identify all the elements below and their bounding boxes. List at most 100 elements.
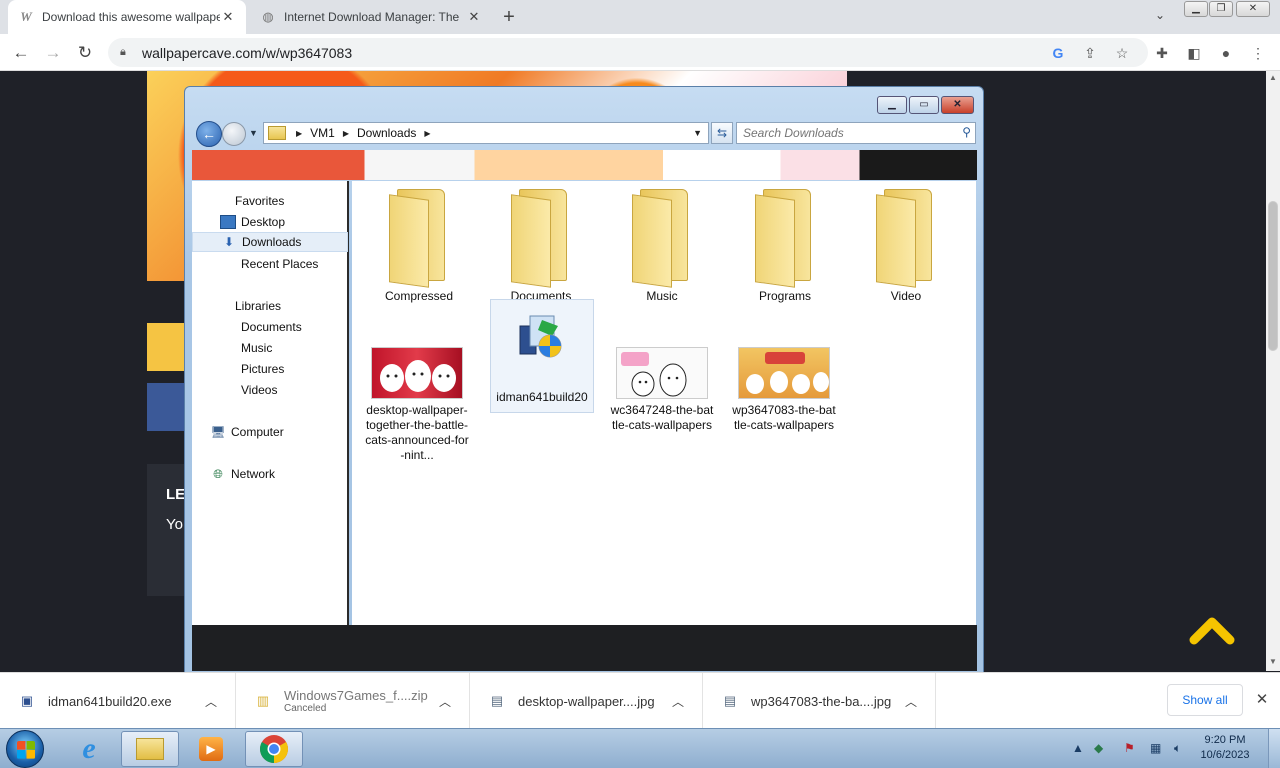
nav-lib-pictures[interactable]: Pictures bbox=[192, 359, 348, 379]
new-tab-button[interactable]: + bbox=[498, 6, 520, 28]
file-wp3647083[interactable]: wp3647083-the-battle-cats-wallpapers bbox=[732, 347, 836, 433]
show-desktop-button[interactable] bbox=[1268, 729, 1280, 768]
folder-programs[interactable]: Programs bbox=[733, 189, 837, 304]
minimize-button[interactable]: ▁ bbox=[1184, 1, 1208, 17]
tab-idm[interactable]: ◍ Internet Download Manager: The ✕ bbox=[250, 0, 492, 34]
internet-explorer-icon: e bbox=[82, 732, 96, 765]
download-shelf: ▣ idman641build20.exe ︿ ▥ Windows7Games_… bbox=[0, 672, 1280, 729]
chrome-icon bbox=[260, 735, 288, 763]
scroll-down-icon[interactable]: ▼ bbox=[1269, 657, 1277, 666]
nav-desktop[interactable]: Desktop bbox=[192, 212, 348, 232]
menu-kebab-icon[interactable]: ⋮ bbox=[1248, 43, 1268, 63]
download-item[interactable]: ▤ wp3647083-the-ba....jpg ︿ bbox=[703, 673, 936, 729]
close-window-button[interactable]: ✕ bbox=[1236, 1, 1270, 17]
nav-lib-music[interactable]: Music bbox=[192, 338, 348, 358]
nav-network[interactable]: 🌐︎ Network bbox=[192, 464, 348, 484]
breadcrumb-downloads[interactable]: Downloads bbox=[357, 126, 416, 140]
refresh-icon[interactable]: ⇆ bbox=[711, 122, 733, 144]
explorer-nav-row: ← ▼ ▶ VM1 ▶ Downloads ▶ ▼ ⇆ ⚲ bbox=[194, 120, 976, 148]
download-item[interactable]: ▤ desktop-wallpaper....jpg ︿ bbox=[470, 673, 703, 729]
start-button[interactable] bbox=[6, 730, 44, 768]
scrollbar-thumb[interactable] bbox=[1268, 201, 1278, 351]
side-panel-icon[interactable]: ◧ bbox=[1184, 43, 1204, 63]
breadcrumb-vm1[interactable]: VM1 bbox=[310, 126, 335, 140]
file-idman-installer[interactable]: idman641build20 bbox=[490, 299, 594, 413]
download-status: Canceled bbox=[284, 703, 327, 714]
back-arrow-icon[interactable]: ← bbox=[10, 42, 32, 64]
network-status-icon[interactable]: ▦ bbox=[1150, 741, 1161, 755]
recent-pages-dropdown-icon[interactable]: ▼ bbox=[249, 128, 258, 138]
address-dropdown-icon[interactable]: ▼ bbox=[693, 128, 708, 138]
folder-documents[interactable]: Documents bbox=[489, 189, 593, 304]
explorer-address-bar[interactable]: ▶ VM1 ▶ Downloads ▶ ▼ bbox=[263, 122, 709, 144]
file-wc3647248[interactable]: wc3647248-the-battle-cats-wallpapers bbox=[610, 347, 714, 433]
explorer-forward-icon[interactable] bbox=[222, 122, 246, 146]
scroll-to-top-icon[interactable] bbox=[1188, 614, 1236, 646]
internet-explorer-taskbar-button[interactable]: e bbox=[60, 731, 118, 767]
chevron-up-icon[interactable]: ︿ bbox=[905, 693, 917, 710]
volume-muted-icon[interactable]: 🔈︎ bbox=[1174, 741, 1181, 756]
profile-avatar-icon[interactable]: ● bbox=[1216, 43, 1236, 63]
search-icon[interactable]: ⚲ bbox=[962, 125, 971, 139]
explorer-taskbar-button[interactable] bbox=[121, 731, 179, 767]
card-heading: LE bbox=[166, 486, 186, 503]
folder-video[interactable]: Video bbox=[854, 189, 958, 304]
scroll-up-icon[interactable]: ▲ bbox=[1269, 73, 1277, 82]
search-input[interactable] bbox=[737, 123, 947, 143]
nav-lib-videos[interactable]: Videos bbox=[192, 380, 348, 400]
folder-music[interactable]: Music bbox=[610, 189, 714, 304]
explorer-back-icon[interactable]: ← bbox=[196, 121, 222, 147]
tab-wallpapercave[interactable]: W Download this awesome wallpaper ✕ bbox=[8, 0, 246, 34]
breadcrumb-chevron-icon[interactable]: ▶ bbox=[296, 129, 302, 138]
download-item[interactable]: ▥ Windows7Games_f....zip Canceled ︿ bbox=[236, 673, 470, 729]
breadcrumb-chevron-icon[interactable]: ▶ bbox=[343, 129, 349, 138]
explorer-search-box: ⚲ bbox=[736, 122, 976, 144]
close-tab-icon[interactable]: ✕ bbox=[466, 9, 482, 25]
nav-downloads[interactable]: ⬇ Downloads bbox=[192, 232, 348, 252]
close-icon[interactable]: ✕ bbox=[1253, 690, 1271, 708]
tab-title: Download this awesome wallpaper bbox=[42, 10, 220, 24]
chrome-taskbar-button[interactable] bbox=[245, 731, 303, 767]
file-desktop-wallpaper[interactable]: desktop-wallpaper-together-the-battle-ca… bbox=[365, 347, 469, 463]
forward-arrow-icon[interactable]: → bbox=[42, 42, 64, 64]
chevron-up-icon[interactable]: ︿ bbox=[672, 693, 684, 710]
star-icon bbox=[214, 194, 230, 208]
idm-tray-icon[interactable]: ◆ bbox=[1094, 741, 1103, 755]
folder-compressed[interactable]: Compressed bbox=[367, 189, 471, 304]
network-icon: 🌐︎ bbox=[213, 466, 223, 481]
google-lens-icon[interactable]: G bbox=[1048, 43, 1068, 63]
explorer-close-button[interactable]: ✕ bbox=[941, 96, 974, 114]
chevron-up-icon[interactable]: ︿ bbox=[439, 693, 451, 710]
show-hidden-icons-icon[interactable]: ▲ bbox=[1072, 741, 1084, 755]
explorer-maximize-button[interactable]: ▭ bbox=[909, 96, 939, 114]
browser-tab-strip: W Download this awesome wallpaper ✕ ◍ In… bbox=[0, 0, 1280, 34]
show-all-button[interactable]: Show all bbox=[1167, 684, 1243, 716]
documents-icon bbox=[220, 320, 236, 334]
reload-icon[interactable]: ↻ bbox=[74, 42, 96, 64]
clock-time: 9:20 PM bbox=[1204, 734, 1246, 746]
share-icon[interactable]: ⇪ bbox=[1080, 43, 1100, 63]
computer-icon: 🖥︎ bbox=[210, 425, 226, 439]
bookmark-star-icon[interactable]: ☆ bbox=[1112, 43, 1132, 63]
image-file-icon: ▤ bbox=[490, 693, 504, 708]
restore-button[interactable]: ❐ bbox=[1209, 1, 1233, 17]
download-item[interactable]: ▣ idman641build20.exe ︿ bbox=[0, 673, 236, 729]
close-tab-icon[interactable]: ✕ bbox=[220, 9, 236, 25]
wallpapercave-icon: W bbox=[20, 9, 32, 24]
breadcrumb-chevron-icon[interactable]: ▶ bbox=[424, 129, 430, 138]
action-center-flag-icon[interactable]: ⚑ bbox=[1124, 741, 1135, 755]
nav-lib-documents[interactable]: Documents bbox=[192, 317, 348, 337]
nav-recent-places[interactable]: Recent Places bbox=[192, 254, 348, 274]
address-bar[interactable]: 🔒︎ wallpapercave.com/w/wp3647083 bbox=[108, 38, 1148, 67]
explorer-minimize-button[interactable]: ▁ bbox=[877, 96, 907, 114]
nav-computer[interactable]: 🖥︎ Computer bbox=[192, 422, 348, 442]
nav-libraries-header[interactable]: Libraries bbox=[192, 296, 348, 316]
image-file-icon: ▤ bbox=[723, 693, 737, 708]
page-scrollbar[interactable]: ▲ ▼ bbox=[1266, 71, 1280, 671]
nav-favorites-header[interactable]: Favorites bbox=[192, 191, 348, 211]
extensions-puzzle-icon[interactable]: ✚ bbox=[1152, 43, 1172, 63]
taskbar-clock[interactable]: 9:20 PM 10/6/2023 bbox=[1190, 733, 1260, 763]
tab-search-chevron-icon[interactable]: ⌄ bbox=[1150, 8, 1170, 26]
chevron-up-icon[interactable]: ︿ bbox=[205, 693, 217, 710]
media-player-taskbar-button[interactable]: ▶ bbox=[182, 731, 240, 767]
